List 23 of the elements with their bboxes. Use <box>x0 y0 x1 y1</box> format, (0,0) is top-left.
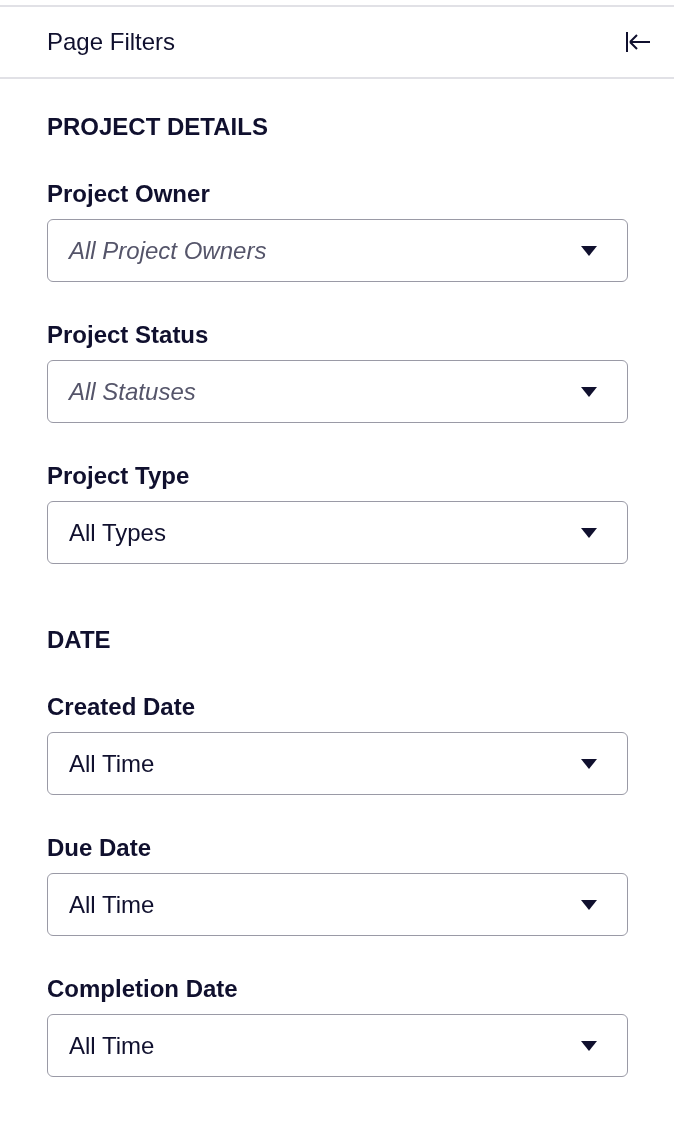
dropdown[interactable]: All Time <box>47 873 628 936</box>
panel-title: Page Filters <box>47 28 176 56</box>
collapse-button[interactable] <box>624 30 652 54</box>
caret-icon <box>581 1040 597 1051</box>
dropdown[interactable]: All Types <box>47 501 628 564</box>
collapse-icon <box>624 30 652 54</box>
caret-icon <box>581 899 597 910</box>
caret-icon <box>581 527 597 538</box>
dropdown[interactable]: All Time <box>47 732 628 795</box>
dropdown[interactable]: All Project Owners <box>47 219 628 282</box>
caret-icon <box>581 386 597 397</box>
filter-label: Project Owner <box>47 180 211 208</box>
filter-label: Created Date <box>47 693 197 721</box>
dropdown[interactable]: All Time <box>47 1014 628 1077</box>
caret-icon <box>581 245 597 256</box>
section-heading: PROJECT DETAILS <box>47 113 269 141</box>
filter-label: Completion Date <box>47 975 239 1003</box>
section-heading: DATE <box>47 626 112 654</box>
filter-label: Project Type <box>47 462 191 490</box>
filter-label: Due Date <box>47 834 153 862</box>
dropdown[interactable]: All Statuses <box>47 360 628 423</box>
caret-icon <box>581 758 597 769</box>
filter-label: Project Status <box>47 321 210 349</box>
